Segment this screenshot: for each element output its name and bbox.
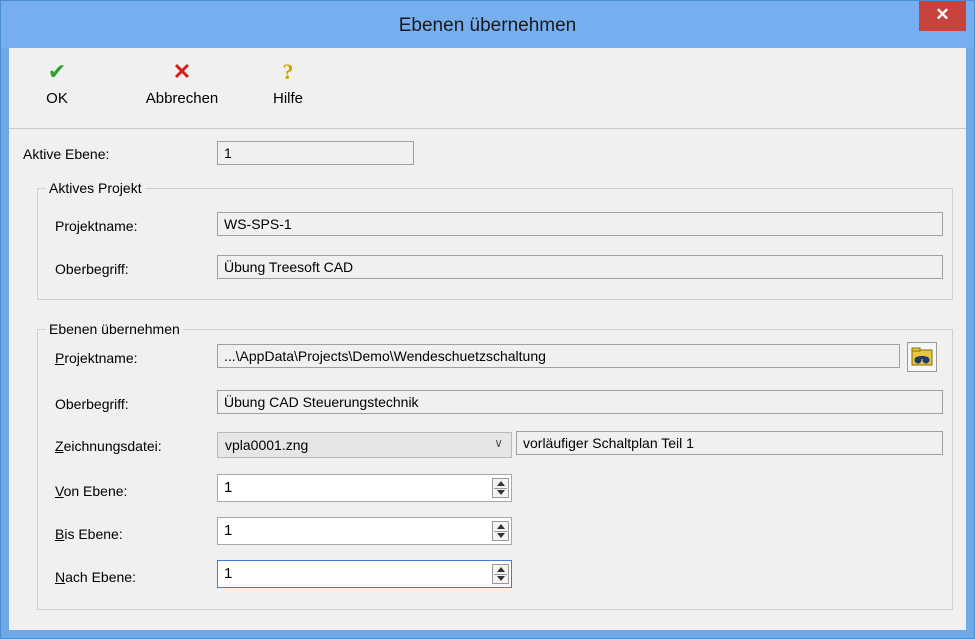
project-name-field: WS-SPS-1 xyxy=(217,212,943,236)
generic-term-label: Oberbegriff: xyxy=(55,261,129,277)
cancel-label: Abbrechen xyxy=(145,90,219,107)
import-project-path-field: ...\AppData\Projects\Demo\Wendeschuetzsc… xyxy=(217,344,900,368)
close-icon: ✕ xyxy=(935,5,950,24)
spin-divider xyxy=(494,531,507,532)
generic-term-field: Übung Treesoft CAD xyxy=(217,255,943,279)
active-project-group: Aktives Projekt xyxy=(37,179,953,300)
from-layer-stepper[interactable]: 1 xyxy=(217,474,512,502)
drawing-description-field: vorläufiger Schaltplan Teil 1 xyxy=(516,431,943,455)
check-icon: ✔ xyxy=(47,59,67,84)
to-layer-value: 1 xyxy=(224,522,233,539)
from-layer-label: Von Ebene: xyxy=(55,483,128,499)
target-layer-value: 1 xyxy=(224,565,233,582)
help-label: Hilfe xyxy=(272,90,303,107)
spin-divider xyxy=(494,574,507,575)
browse-project-button[interactable] xyxy=(907,342,937,372)
to-layer-label: Bis Ebene: xyxy=(55,526,123,542)
drawing-file-value: vpla0001.zng xyxy=(225,437,309,453)
target-layer-spin-buttons[interactable] xyxy=(492,564,509,584)
drawing-file-label: Zeichnungsdatei: xyxy=(55,438,162,454)
spin-up-icon xyxy=(497,481,505,486)
ok-button[interactable]: ✔ OK xyxy=(35,60,79,120)
drawing-file-dropdown[interactable]: vpla0001.zng ∨ xyxy=(217,432,512,458)
close-button[interactable]: ✕ xyxy=(919,1,966,31)
chevron-down-icon: ∨ xyxy=(494,436,503,450)
import-generic-term-field: Übung CAD Steuerungstechnik xyxy=(217,390,943,414)
help-button[interactable]: ? Hilfe xyxy=(261,60,315,120)
from-layer-spin-buttons[interactable] xyxy=(492,478,509,498)
active-project-title: Aktives Projekt xyxy=(46,179,145,197)
title-bar[interactable]: Ebenen übernehmen ✕ xyxy=(1,1,974,48)
spin-up-icon xyxy=(497,524,505,529)
spin-down-icon xyxy=(497,576,505,581)
from-layer-value: 1 xyxy=(224,479,233,496)
import-layers-title: Ebenen übernehmen xyxy=(46,320,183,338)
target-layer-stepper[interactable]: 1 xyxy=(217,560,512,588)
dialog-title: Ebenen übernehmen xyxy=(398,15,577,36)
target-layer-label: Nach Ebene: xyxy=(55,569,136,585)
to-layer-spin-buttons[interactable] xyxy=(492,521,509,541)
x-icon: ✕ xyxy=(172,59,192,84)
spin-up-icon xyxy=(497,567,505,572)
question-icon: ? xyxy=(282,59,294,84)
dialog-window: Ebenen übernehmen ✕ ✔ OK ✕ Abbrechen ? H… xyxy=(0,0,975,639)
active-layer-field: 1 xyxy=(217,141,414,165)
toolbar: ✔ OK ✕ Abbrechen ? Hilfe xyxy=(9,48,966,129)
project-name-label: Projektname: xyxy=(55,218,138,234)
dialog-client: ✔ OK ✕ Abbrechen ? Hilfe Aktive Ebene: 1… xyxy=(9,48,966,630)
import-project-name-label: Projektname: xyxy=(55,350,138,366)
spin-divider xyxy=(494,488,507,489)
binoculars-folder-icon xyxy=(911,347,933,366)
spin-down-icon xyxy=(497,533,505,538)
cancel-button[interactable]: ✕ Abbrechen xyxy=(127,60,237,120)
ok-label: OK xyxy=(46,90,68,107)
spin-down-icon xyxy=(497,490,505,495)
import-generic-term-label: Oberbegriff: xyxy=(55,396,129,412)
to-layer-stepper[interactable]: 1 xyxy=(217,517,512,545)
active-layer-label: Aktive Ebene: xyxy=(23,146,110,162)
